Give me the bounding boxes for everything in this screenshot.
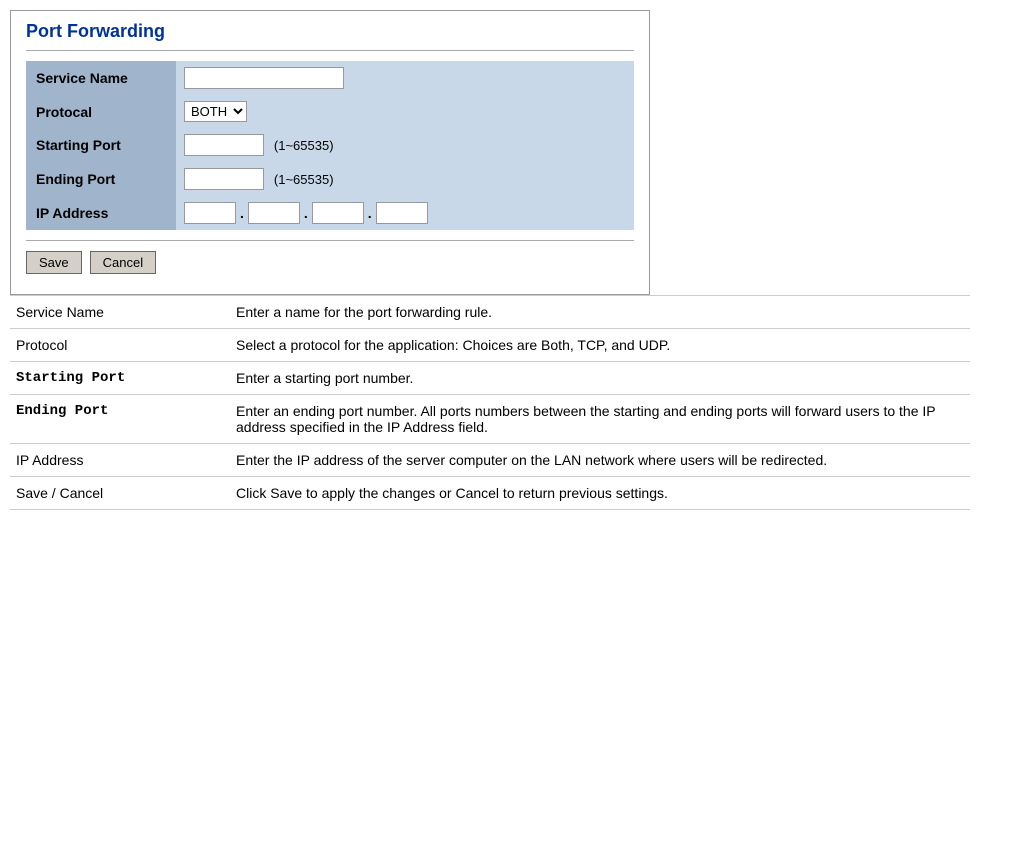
starting-port-row: Starting Port (1~65535)	[26, 128, 634, 162]
desc-definition: Enter a starting port number.	[230, 362, 970, 395]
service-name-input[interactable]	[184, 67, 344, 89]
ending-port-input[interactable]	[184, 168, 264, 190]
ip-address-cell: . . .	[176, 196, 634, 230]
ip-dot-1: .	[240, 205, 244, 221]
desc-term: Service Name	[10, 296, 230, 329]
desc-definition: Enter the IP address of the server compu…	[230, 444, 970, 477]
service-name-label: Service Name	[26, 61, 176, 95]
protocol-row: Protocal BOTH TCP UDP	[26, 95, 634, 128]
desc-definition: Enter an ending port number. All ports n…	[230, 395, 970, 444]
desc-term: Save / Cancel	[10, 477, 230, 510]
form-divider	[26, 240, 634, 241]
ip-octet-1[interactable]	[184, 202, 236, 224]
ip-address-label: IP Address	[26, 196, 176, 230]
desc-term: Protocol	[10, 329, 230, 362]
protocol-cell: BOTH TCP UDP	[176, 95, 634, 128]
starting-port-cell: (1~65535)	[176, 128, 634, 162]
desc-row: Starting PortEnter a starting port numbe…	[10, 362, 970, 395]
desc-row: Save / CancelClick Save to apply the cha…	[10, 477, 970, 510]
desc-term: IP Address	[10, 444, 230, 477]
protocol-select[interactable]: BOTH TCP UDP	[184, 101, 247, 122]
ip-dot-2: .	[304, 205, 308, 221]
ending-port-hint: (1~65535)	[274, 172, 334, 187]
desc-row: ProtocolSelect a protocol for the applic…	[10, 329, 970, 362]
ip-octet-2[interactable]	[248, 202, 300, 224]
button-row: Save Cancel	[26, 251, 634, 274]
desc-row: Service NameEnter a name for the port fo…	[10, 296, 970, 329]
save-button[interactable]: Save	[26, 251, 82, 274]
protocol-label: Protocal	[26, 95, 176, 128]
description-table: Service NameEnter a name for the port fo…	[10, 295, 970, 510]
desc-definition: Select a protocol for the application: C…	[230, 329, 970, 362]
ip-octet-4[interactable]	[376, 202, 428, 224]
service-name-row: Service Name	[26, 61, 634, 95]
desc-term: Ending Port	[10, 395, 230, 444]
port-forwarding-panel: Port Forwarding Service Name Protocal BO…	[10, 10, 650, 295]
desc-row: Ending PortEnter an ending port number. …	[10, 395, 970, 444]
ending-port-label: Ending Port	[26, 162, 176, 196]
starting-port-label: Starting Port	[26, 128, 176, 162]
ip-fields: . . .	[184, 202, 626, 224]
ending-port-cell: (1~65535)	[176, 162, 634, 196]
ending-port-row: Ending Port (1~65535)	[26, 162, 634, 196]
form-table: Service Name Protocal BOTH TCP UDP Start…	[26, 61, 634, 230]
desc-term: Starting Port	[10, 362, 230, 395]
ip-dot-3: .	[368, 205, 372, 221]
ip-octet-3[interactable]	[312, 202, 364, 224]
starting-port-input[interactable]	[184, 134, 264, 156]
form-title: Port Forwarding	[26, 21, 634, 51]
cancel-button[interactable]: Cancel	[90, 251, 156, 274]
desc-row: IP AddressEnter the IP address of the se…	[10, 444, 970, 477]
starting-port-hint: (1~65535)	[274, 138, 334, 153]
desc-definition: Click Save to apply the changes or Cance…	[230, 477, 970, 510]
service-name-cell	[176, 61, 634, 95]
desc-definition: Enter a name for the port forwarding rul…	[230, 296, 970, 329]
ip-address-row: IP Address . . .	[26, 196, 634, 230]
